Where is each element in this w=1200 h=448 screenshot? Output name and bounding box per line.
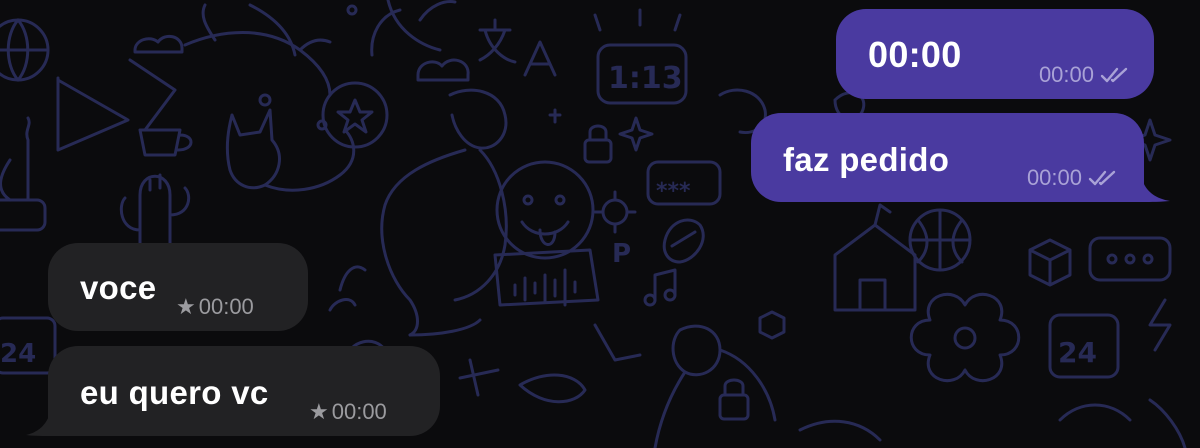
message-time: 00:00 — [1026, 165, 1082, 190]
message-meta: 00:00 — [1027, 165, 1118, 191]
outgoing-message-bubble[interactable]: faz pedido 00:00 — [751, 113, 1144, 202]
message-text: eu quero vc — [80, 374, 269, 411]
wallpaper-stars-text: *** — [656, 179, 691, 204]
outgoing-bubble-tail — [1140, 170, 1170, 202]
wallpaper-calendar-text: 24 — [0, 339, 36, 369]
message-meta: ★ 00:00 — [176, 294, 254, 320]
star-icon: ★ — [309, 399, 329, 424]
star-icon: ★ — [176, 294, 196, 319]
incoming-message-bubble[interactable]: eu quero vc ★ 00:00 — [48, 346, 440, 436]
message-time: 00:00 — [331, 399, 387, 424]
message-text: faz pedido — [783, 141, 950, 178]
incoming-message-bubble[interactable]: voce ★ 00:00 — [48, 243, 308, 331]
wallpaper-calendar-right-text: 24 — [1058, 336, 1097, 369]
message-time: 00:00 — [198, 294, 254, 319]
double-check-read-icon — [1088, 170, 1116, 186]
chat-view: 1:13 *** P 24 24 00:00 00:00 faz pedido … — [0, 0, 1200, 448]
wallpaper-p-text: P — [612, 239, 631, 269]
wallpaper-clock-text: 1:13 — [608, 61, 683, 96]
outgoing-message-bubble[interactable]: 00:00 00:00 — [836, 9, 1154, 99]
message-meta: 00:00 — [1039, 62, 1130, 88]
message-text: 00:00 — [868, 34, 962, 75]
message-text: voce — [80, 269, 157, 306]
double-check-read-icon — [1100, 67, 1128, 83]
message-time: 00:00 — [1038, 62, 1094, 87]
message-meta: ★ 00:00 — [309, 399, 387, 425]
incoming-bubble-tail — [26, 404, 52, 436]
